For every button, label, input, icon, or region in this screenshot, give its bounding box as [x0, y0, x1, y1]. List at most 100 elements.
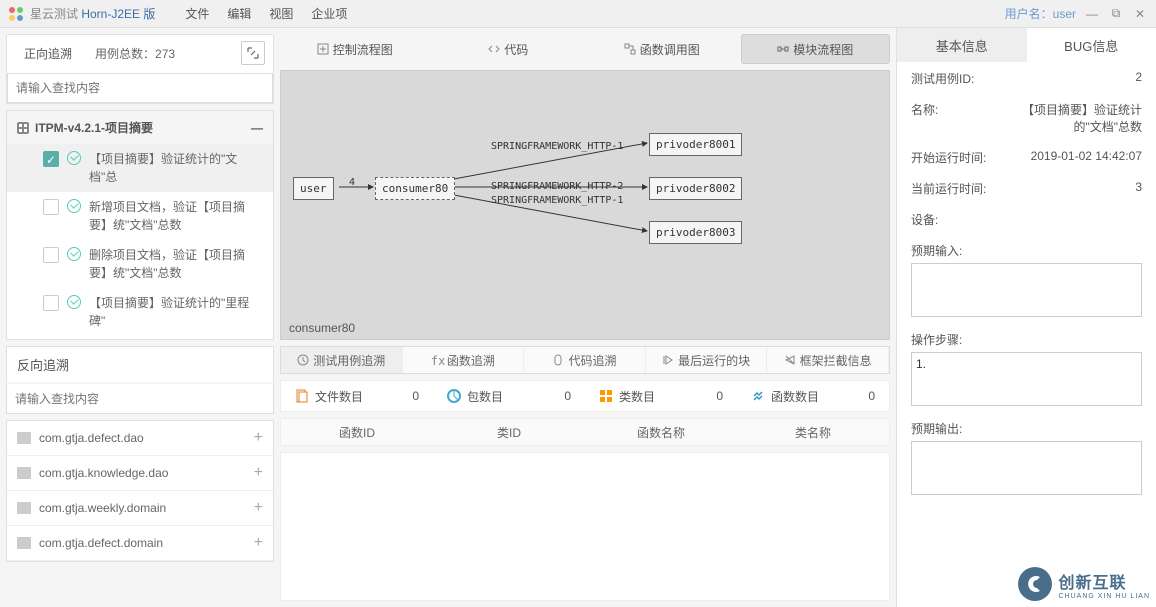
tree-item[interactable]: 新增项目WBS计划，验证【项目摘要的"里程碑"总数 [7, 336, 273, 340]
th-class-name: 类名称 [737, 424, 889, 441]
flow-tabs: 控制流程图 代码 函数调用图 模块流程图 [280, 34, 890, 64]
module-diagram[interactable]: user 4 consumer80 privoder8001 privoder8… [280, 70, 890, 340]
label-steps: 操作步骤: [911, 331, 1142, 348]
tree-root[interactable]: ITPM-v4.2.1-项目摘要 — [7, 111, 273, 144]
package-icon [17, 502, 31, 514]
code-trace-icon [552, 354, 564, 366]
minimize-icon[interactable]: — [1084, 6, 1100, 22]
lower-tabs: 测试用例追溯 fx函数追溯 代码追溯 最后运行的块 框架拦截信息 [280, 346, 890, 374]
list-item[interactable]: com.gtja.defect.domain+ [7, 526, 273, 561]
module-icon [17, 122, 29, 134]
plus-icon[interactable]: + [254, 499, 263, 517]
menubar: 文件 编辑 视图 企业项 [185, 5, 347, 22]
tab-module-flow[interactable]: 模块流程图 [741, 34, 891, 64]
class-icon [599, 389, 613, 403]
expect-input-field[interactable] [911, 263, 1142, 317]
label-device: 设备: [911, 211, 938, 228]
maximize-icon[interactable]: ⧉ [1108, 6, 1124, 22]
status-ok-icon [67, 151, 81, 165]
metric-functions: 函数数目0 [737, 388, 889, 405]
tree-title: ITPM-v4.2.1-项目摘要 [35, 119, 153, 136]
menu-edit[interactable]: 编辑 [227, 5, 251, 22]
tab-code[interactable]: 代码 [434, 34, 584, 64]
th-func-name: 函数名称 [585, 424, 737, 441]
collapse-icon[interactable]: — [251, 121, 263, 135]
package-metric-icon [447, 389, 461, 403]
tab-func-trace[interactable]: fx函数追溯 [403, 347, 525, 373]
node-provider-3[interactable]: privoder8003 [649, 221, 742, 244]
diagram-title: consumer80 [289, 321, 355, 335]
menu-file[interactable]: 文件 [185, 5, 209, 22]
left-column: 正向追溯 用例总数：273 ITPM-v4.2.1-项目摘要 — 【项目摘要】验… [0, 28, 280, 607]
edge-label-3: SPRINGFRAMEWORK_HTTP-1 [491, 195, 623, 206]
metric-packages: 包数目0 [433, 388, 585, 405]
checkbox-icon[interactable] [43, 247, 59, 263]
node-user[interactable]: user [293, 177, 334, 200]
node-consumer[interactable]: consumer80 [375, 177, 455, 200]
tree-item[interactable]: 【项目摘要】验证统计的"里程碑" [7, 288, 273, 336]
tab-intercept[interactable]: 框架拦截信息 [767, 347, 889, 373]
tab-case-trace[interactable]: 测试用例追溯 [281, 347, 403, 373]
tree-item[interactable]: 删除项目文档，验证【项目摘要】统"文档"总数 [7, 240, 273, 288]
expand-icon[interactable] [241, 41, 265, 65]
module-flow-icon [777, 43, 789, 55]
edge-label-1: SPRINGFRAMEWORK_HTTP-1 [491, 141, 623, 152]
tab-call-graph[interactable]: 函数调用图 [587, 34, 737, 64]
value-case-id: 2 [1135, 70, 1142, 84]
watermark-text: 创新互联 [1058, 575, 1126, 592]
th-class-id: 类ID [433, 424, 585, 441]
reverse-trace-title: 反向追溯 [6, 346, 274, 382]
code-icon [488, 43, 500, 55]
right-column: 基本信息 BUG信息 测试用例ID:2 名称:【项目摘要】验证统计的"文档"总数… [896, 28, 1156, 607]
value-name: 【项目摘要】验证统计的"文档"总数 [1002, 101, 1142, 135]
tree-item[interactable]: 新增项目文档，验证【项目摘要】统"文档"总数 [7, 192, 273, 240]
checkbox-icon[interactable] [43, 199, 59, 215]
value-current-time: 3 [1135, 180, 1142, 194]
list-item[interactable]: com.gtja.weekly.domain+ [7, 491, 273, 526]
tab-bug-info[interactable]: BUG信息 [1027, 28, 1156, 62]
node-provider-1[interactable]: privoder8001 [649, 133, 742, 156]
list-item[interactable]: com.gtja.knowledge.dao+ [7, 456, 273, 491]
watermark-logo-icon [1018, 567, 1052, 601]
tab-code-trace[interactable]: 代码追溯 [524, 347, 646, 373]
tab-last-block[interactable]: 最后运行的块 [646, 347, 768, 373]
trace-icon [297, 354, 309, 366]
tree-item[interactable]: 【项目摘要】验证统计的"文档"总 [7, 144, 273, 192]
label-expect-input: 预期输入: [911, 242, 1142, 259]
menu-view[interactable]: 视图 [269, 5, 293, 22]
metrics-row: 文件数目0 包数目0 类数目0 函数数目0 [280, 380, 890, 412]
plus-icon[interactable]: + [254, 429, 263, 447]
checkbox-icon[interactable] [43, 295, 59, 311]
label-name: 名称: [911, 101, 938, 118]
label-expect-output: 预期输出: [911, 420, 1142, 437]
node-provider-2[interactable]: privoder8002 [649, 177, 742, 200]
right-tabs: 基本信息 BUG信息 [897, 28, 1156, 62]
app-logo-icon [8, 6, 24, 22]
forward-search-input[interactable] [7, 73, 273, 103]
plus-icon[interactable]: + [254, 534, 263, 552]
menu-enterprise[interactable]: 企业项 [311, 5, 347, 22]
user-label: 用户名：user [1005, 5, 1076, 22]
tab-control-flow[interactable]: 控制流程图 [280, 34, 430, 64]
checkbox-icon[interactable] [43, 151, 59, 167]
last-icon [662, 354, 674, 366]
expect-output-field[interactable] [911, 441, 1142, 495]
edge-label-2: SPRINGFRAMEWORK_HTTP-2 [491, 181, 623, 192]
edge-count: 4 [349, 177, 355, 188]
th-func-id: 函数ID [281, 424, 433, 441]
test-case-tree: ITPM-v4.2.1-项目摘要 — 【项目摘要】验证统计的"文档"总 新增项目… [6, 110, 274, 340]
forward-trace-button[interactable]: 正向追溯 [15, 40, 81, 67]
package-icon [17, 537, 31, 549]
label-current-time: 当前运行时间: [911, 180, 986, 197]
func-icon: fx [431, 354, 443, 366]
close-icon[interactable]: ✕ [1132, 6, 1148, 22]
steps-field[interactable]: 1. [911, 352, 1142, 406]
package-icon [17, 432, 31, 444]
graph-icon [624, 43, 636, 55]
value-start-time: 2019-01-02 14:42:07 [1031, 149, 1142, 163]
plus-icon[interactable]: + [254, 464, 263, 482]
reverse-search-input[interactable] [6, 384, 274, 414]
list-item[interactable]: com.gtja.defect.dao+ [7, 421, 273, 456]
watermark-subtext: CHUANG XIN HU LIAN [1058, 593, 1150, 600]
tab-basic-info[interactable]: 基本信息 [897, 28, 1027, 62]
